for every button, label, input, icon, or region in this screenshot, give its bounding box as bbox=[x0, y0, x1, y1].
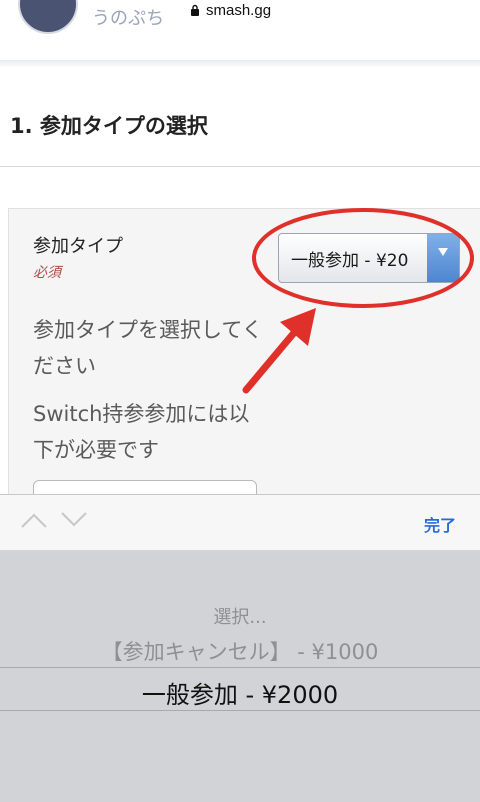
arrow-annotation-icon bbox=[242, 308, 316, 394]
picker-option[interactable]: 選択... bbox=[0, 603, 480, 629]
avatar[interactable] bbox=[18, 0, 78, 34]
host-name: うのぷち bbox=[92, 8, 165, 29]
done-button[interactable]: 完了 bbox=[424, 512, 456, 536]
url-bar[interactable]: smash.gg bbox=[190, 0, 271, 20]
picker-selection-line bbox=[0, 667, 480, 668]
requirement-text: Switch持参参加には以下が必要です bbox=[33, 402, 250, 462]
help-text: 参加タイプを選択してください bbox=[33, 318, 263, 378]
url-text: smash.gg bbox=[206, 1, 272, 19]
field-label: 参加タイプ bbox=[33, 236, 123, 257]
chevron-up-icon[interactable] bbox=[20, 511, 48, 529]
header-shadow bbox=[0, 60, 480, 68]
chevron-down-icon[interactable] bbox=[60, 511, 88, 529]
page-header: うのぷち smash.gg bbox=[0, 0, 480, 62]
lock-icon bbox=[191, 4, 199, 16]
required-label: 必須 bbox=[33, 265, 61, 281]
picker-option[interactable]: 【参加キャンセル】 - ¥1000 bbox=[0, 636, 480, 666]
picker-selection-line bbox=[0, 710, 480, 711]
picker-option-selected[interactable]: 一般参加 - ¥2000 bbox=[0, 675, 480, 710]
section-title: 1. 参加タイプの選択 bbox=[10, 114, 208, 138]
highlight-circle-annotation bbox=[252, 208, 474, 308]
section-divider bbox=[0, 166, 480, 167]
